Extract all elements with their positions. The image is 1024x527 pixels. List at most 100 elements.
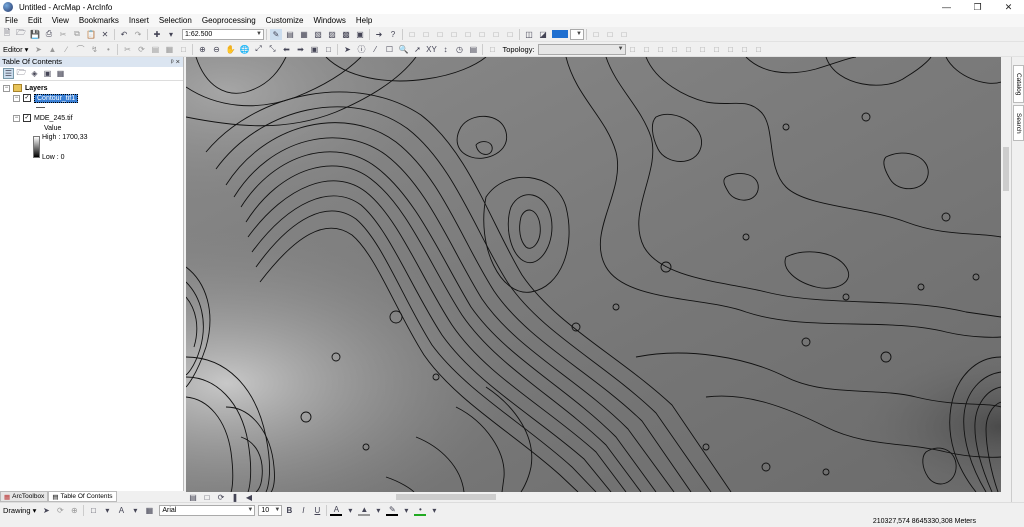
list-by-visibility-icon[interactable]: ◈: [29, 68, 40, 79]
marker-color-icon[interactable]: •: [414, 505, 427, 516]
italic-button[interactable]: I: [297, 505, 309, 516]
redo-icon[interactable]: ↷: [132, 29, 144, 40]
select-features-icon[interactable]: ▣: [308, 44, 320, 55]
html-popup-icon[interactable]: ☐: [383, 44, 395, 55]
model-builder-icon[interactable]: ▣: [354, 29, 366, 40]
topology-edit-icon[interactable]: □: [486, 44, 498, 55]
add-data-dropdown-icon[interactable]: ▾: [165, 29, 177, 40]
layer-visibility-checkbox[interactable]: ✓: [23, 114, 31, 122]
tree-row-contour[interactable]: − ✓ Contour_tif1: [13, 93, 79, 103]
undo-icon[interactable]: ↶: [118, 29, 130, 40]
topology-combo[interactable]: ▼: [537, 43, 626, 55]
tree-row-mde[interactable]: − ✓ MDE_245.tif: [13, 113, 73, 123]
map-scale-combo[interactable]: 1:62.500 ▼: [182, 28, 264, 40]
refresh-icon[interactable]: ⟳: [215, 492, 227, 503]
rotate-tool-icon[interactable]: ⟳: [135, 44, 147, 55]
attributes-icon[interactable]: ▤: [149, 44, 161, 55]
copy-icon[interactable]: ⧉: [71, 29, 83, 40]
topology-tool-8-icon[interactable]: □: [725, 44, 737, 55]
rectangle-dropdown-icon[interactable]: ▾: [101, 505, 113, 516]
font-size-combo[interactable]: 10 ▼: [258, 504, 283, 516]
editor-menu-button[interactable]: Editor ▾: [0, 45, 31, 54]
menu-bookmarks[interactable]: Bookmarks: [74, 14, 124, 27]
new-document-icon[interactable]: 🗎: [1, 28, 13, 40]
georef-tool-5-icon[interactable]: □: [462, 29, 474, 40]
topology-tool-6-icon[interactable]: □: [697, 44, 709, 55]
list-by-drawing-order-icon[interactable]: ☰: [3, 68, 14, 79]
tree-row-layers[interactable]: − Layers: [3, 83, 48, 93]
create-viewer-icon[interactable]: ▤: [467, 44, 479, 55]
georef-tool-7-icon[interactable]: □: [490, 29, 502, 40]
topology-tool-1-icon[interactable]: □: [627, 44, 639, 55]
drawing-menu-button[interactable]: Drawing ▾: [0, 506, 39, 515]
time-slider-icon[interactable]: ◷: [453, 44, 465, 55]
split-tool-icon[interactable]: ✂: [121, 44, 133, 55]
font-color-dropdown-icon[interactable]: ▾: [344, 505, 356, 516]
full-extent-icon[interactable]: 🌐: [238, 44, 250, 55]
layer-visibility-checkbox[interactable]: ✓: [23, 94, 31, 102]
end-point-arc-icon[interactable]: ⌒: [74, 44, 86, 55]
topology-tool-4-icon[interactable]: □: [669, 44, 681, 55]
horizontal-scrollbar-thumb[interactable]: [396, 494, 496, 500]
search-window-icon[interactable]: ▧: [312, 29, 324, 40]
maximize-button[interactable]: ❐: [962, 0, 993, 14]
layout-tool-3-icon[interactable]: □: [618, 29, 630, 40]
layout-tool-2-icon[interactable]: □: [604, 29, 616, 40]
georef-tool-3-icon[interactable]: □: [434, 29, 446, 40]
menu-insert[interactable]: Insert: [124, 14, 154, 27]
back-extent-icon[interactable]: ⬅: [280, 44, 292, 55]
list-by-selection-icon[interactable]: ▣: [42, 68, 53, 79]
measure-icon[interactable]: ↕: [439, 44, 451, 55]
table-of-contents-icon[interactable]: ▤: [284, 29, 296, 40]
fill-color-dropdown-icon[interactable]: ▾: [372, 505, 384, 516]
menu-geoprocessing[interactable]: Geoprocessing: [197, 14, 261, 27]
add-data-icon[interactable]: ✚: [151, 29, 163, 40]
topology-tool-5-icon[interactable]: □: [683, 44, 695, 55]
georef-tool-1-icon[interactable]: □: [406, 29, 418, 40]
zoom-to-element-icon[interactable]: ⊕: [68, 505, 80, 516]
point-icon[interactable]: •: [102, 44, 114, 55]
marker-color-dropdown-icon[interactable]: ▾: [428, 505, 440, 516]
fill-color-icon[interactable]: ▲: [358, 505, 371, 516]
toc-options-icon[interactable]: ▦: [55, 68, 66, 79]
delete-icon[interactable]: ✕: [99, 29, 111, 40]
zoom-in-icon[interactable]: ⊕: [196, 44, 208, 55]
rectangle-icon[interactable]: □: [87, 505, 99, 516]
vertical-scrollbar[interactable]: [1001, 57, 1011, 492]
pan-icon[interactable]: ✋: [224, 44, 236, 55]
topology-tool-10-icon[interactable]: □: [753, 44, 765, 55]
forward-extent-icon[interactable]: ➡: [294, 44, 306, 55]
text-tool-icon[interactable]: A: [115, 505, 127, 516]
line-color-icon[interactable]: ✎: [386, 505, 399, 516]
create-features-icon[interactable]: □: [177, 44, 189, 55]
fixed-zoom-out-icon[interactable]: ⤡: [266, 44, 278, 55]
effects-flicker-icon[interactable]: ◪: [537, 29, 549, 40]
menu-help[interactable]: Help: [351, 14, 377, 27]
topology-tool-9-icon[interactable]: □: [739, 44, 751, 55]
save-icon[interactable]: 💾: [29, 29, 41, 40]
go-to-xy-icon[interactable]: XY: [425, 44, 437, 55]
edit-vertices-icon[interactable]: ➜: [373, 29, 385, 40]
arctoolbox-icon[interactable]: ▨: [326, 29, 338, 40]
close-button[interactable]: ✕: [993, 0, 1024, 14]
zoom-out-icon[interactable]: ⊖: [210, 44, 222, 55]
tab-table-of-contents[interactable]: ▤ Table Of Contents: [48, 491, 117, 502]
layout-tool-1-icon[interactable]: □: [590, 29, 602, 40]
menu-view[interactable]: View: [47, 14, 74, 27]
data-view-icon[interactable]: ▤: [187, 492, 199, 503]
effects-dropdown[interactable]: ▼: [570, 28, 584, 40]
topology-tool-7-icon[interactable]: □: [711, 44, 723, 55]
collapse-icon[interactable]: −: [13, 114, 20, 122]
print-icon[interactable]: ⎙: [43, 29, 55, 40]
minimize-button[interactable]: —: [931, 0, 962, 14]
font-combo[interactable]: Arial ▼: [159, 504, 256, 516]
python-window-icon[interactable]: ▩: [340, 29, 352, 40]
georef-tool-6-icon[interactable]: □: [476, 29, 488, 40]
topology-tool-2-icon[interactable]: □: [641, 44, 653, 55]
select-elements-icon[interactable]: ➤: [40, 505, 52, 516]
text-dropdown-icon[interactable]: ▾: [129, 505, 141, 516]
find-icon[interactable]: 🔍: [397, 44, 409, 55]
layout-view-icon[interactable]: □: [201, 492, 213, 503]
menu-edit[interactable]: Edit: [23, 14, 47, 27]
line-color-dropdown-icon[interactable]: ▾: [400, 505, 412, 516]
